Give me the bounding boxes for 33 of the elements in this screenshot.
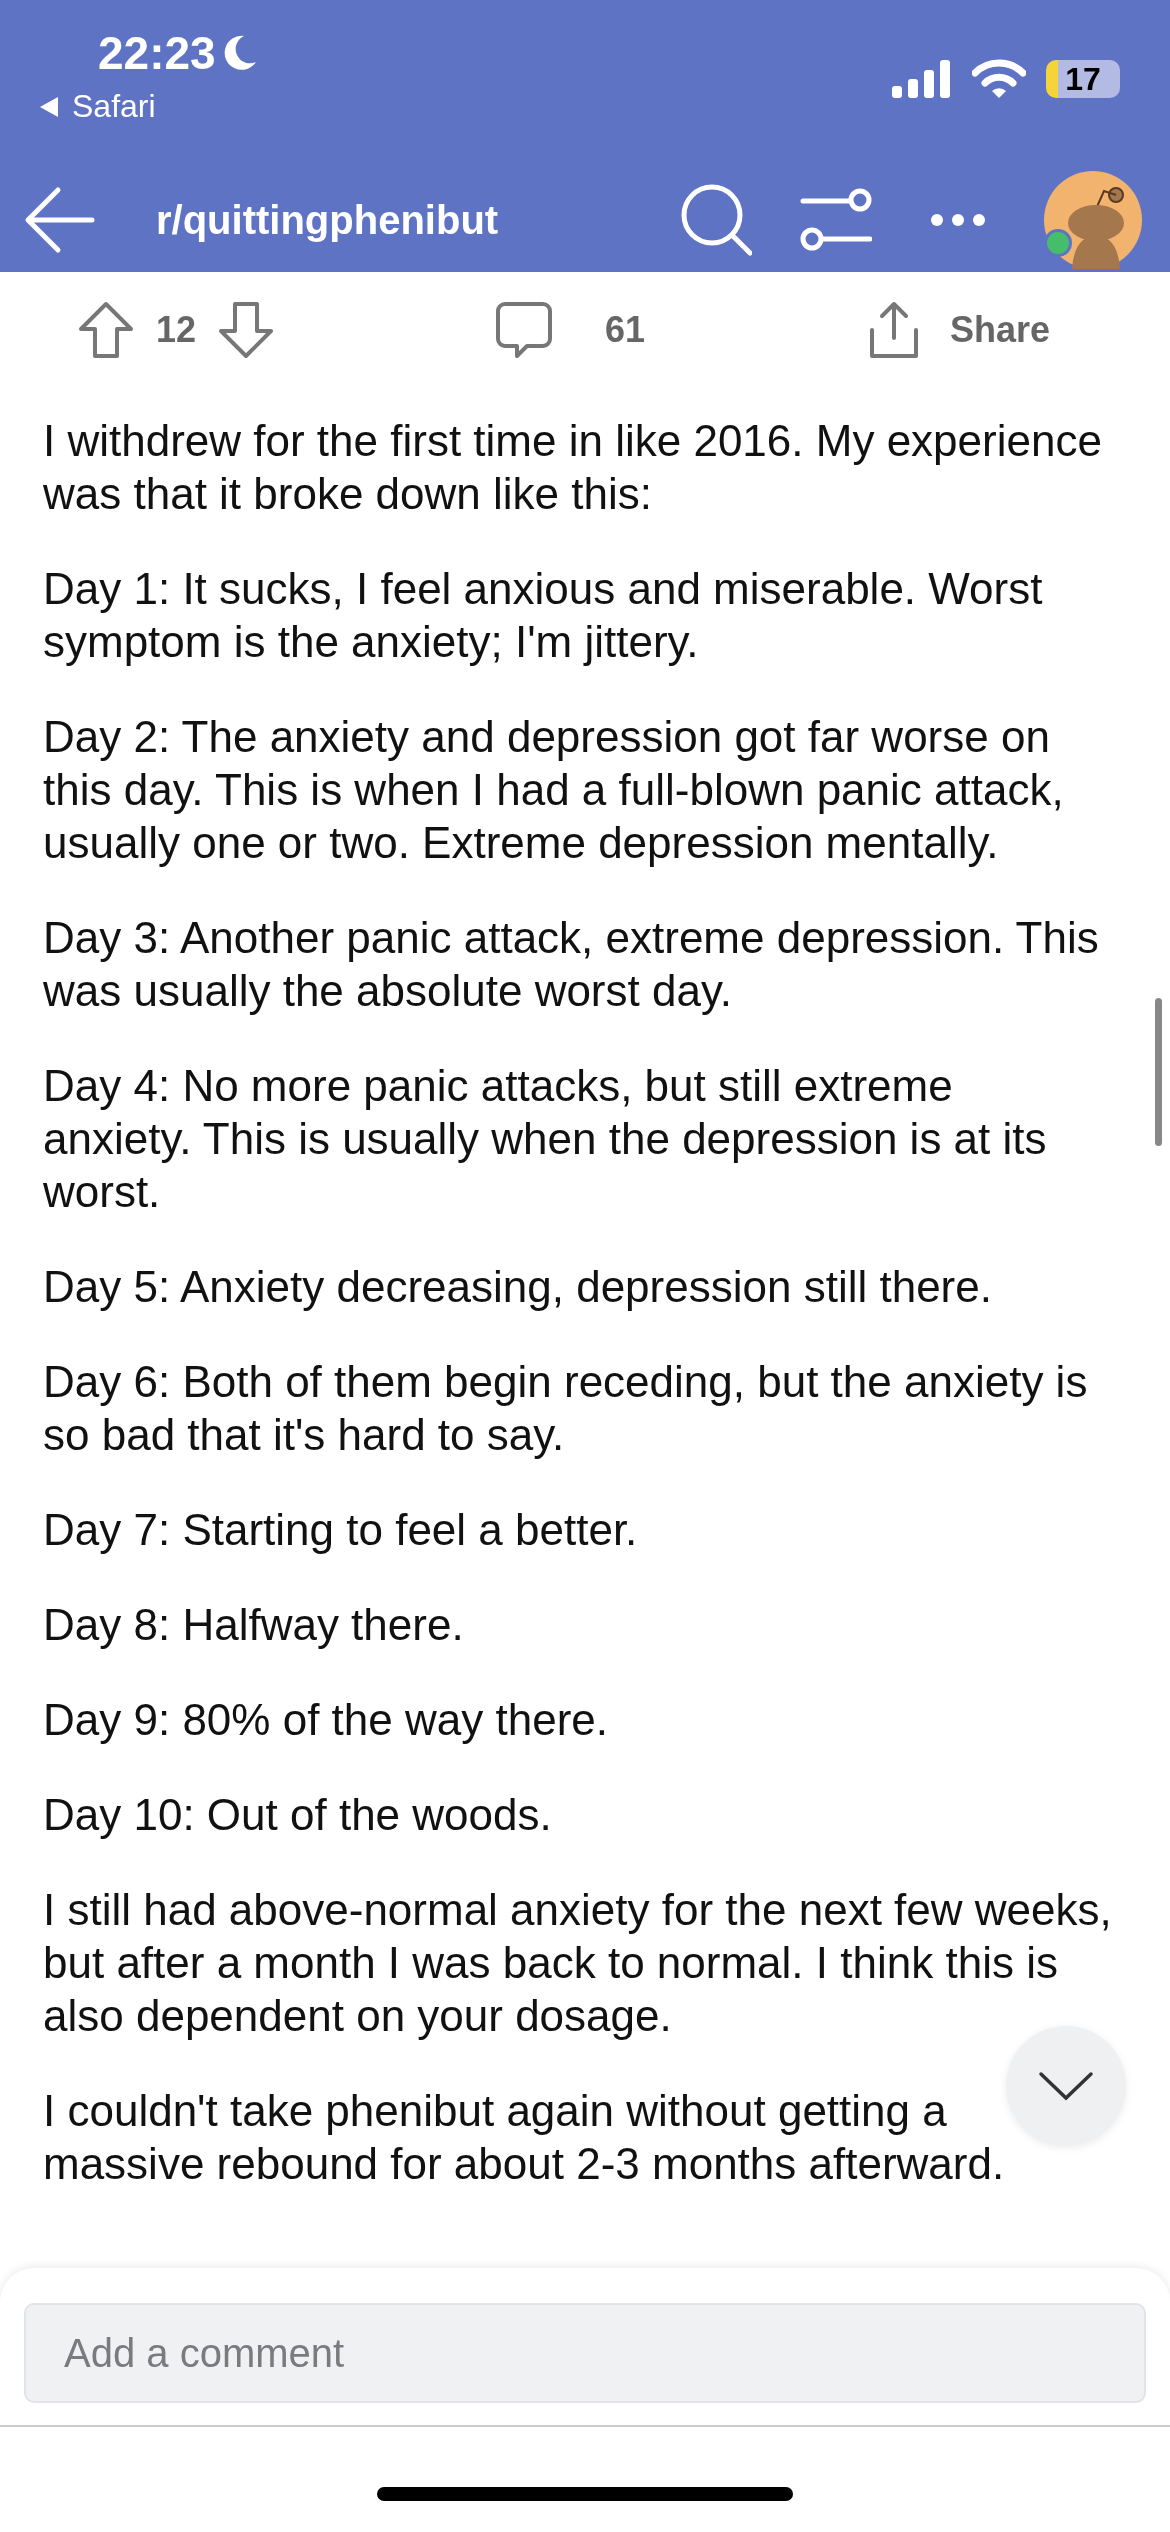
wifi-icon — [972, 59, 1026, 99]
signal-icon — [892, 60, 952, 98]
more-icon[interactable] — [930, 213, 986, 227]
comment-paragraph: Day 8: Halfway there. — [43, 1599, 464, 1651]
comment-paragraph: Day 5: Anxiety decreasing, depression still there. — [43, 1261, 992, 1313]
filter-icon[interactable] — [800, 187, 872, 253]
comment-icon[interactable] — [494, 301, 553, 359]
comment-paragraph: I withdrew for the first time in like 2016. My experience was that it broke down like this: — [43, 415, 1103, 520]
comment-paragraph: Day 6: Both of them begin receding, but the anxiety is so bad that it's hard to say. — [43, 1356, 1089, 1461]
back-arrow-icon[interactable] — [24, 184, 96, 256]
downvote-icon[interactable] — [218, 301, 275, 359]
comment-paragraph: Day 1: It sucks, I feel anxious and miserable. Worst symptom is the anxiety; I'm jittery. — [43, 563, 1044, 668]
search-icon[interactable] — [680, 183, 752, 257]
subreddit-title: r/quittingphenibut — [156, 197, 499, 243]
upvote-icon[interactable] — [78, 301, 134, 359]
comment-paragraph: Day 7: Starting to feel a better. — [43, 1504, 638, 1556]
comment-count: 61 — [604, 309, 645, 351]
comment-paragraph: Day 9: 80% of the way there. — [43, 1694, 608, 1746]
avatar-icon[interactable] — [1044, 171, 1142, 269]
comment-paragraph: Day 4: No more panic attacks, but still extreme anxiety. This is usually when the depression is at its worst. — [43, 1060, 1048, 1218]
comment-paragraph: I still had above-normal anxiety for the next few weeks, but after a month I was back to normal. I think this is also dependent on your dosage. — [43, 1884, 1113, 2042]
comment-paragraph: Day 2: The anxiety and depression got far worse on this day. This is when I had a full-blown panic attack, usually one or two. Extreme depression mentally. — [43, 711, 1065, 869]
status-time: 22:23 — [98, 26, 216, 80]
battery-level: 17 — [1065, 60, 1101, 98]
back-to-app-link[interactable]: Safari — [72, 88, 156, 125]
chevron-down-icon — [1038, 2071, 1094, 2101]
comment-paragraph: Day 3: Another panic attack, extreme depression. This was usually the absolute worst day. — [43, 912, 1100, 1017]
comment-paragraph: I couldn't take phenibut again without getting a massive rebound for about 2-3 months afterward. — [43, 2085, 1006, 2190]
comment-paragraph: Day 10: Out of the woods. — [43, 1789, 552, 1841]
comment-input-field[interactable]: Add a comment — [24, 2303, 1146, 2403]
vote-count: 12 — [156, 309, 197, 351]
share-button[interactable]: Share — [865, 300, 1050, 360]
back-triangle-icon — [38, 94, 60, 119]
